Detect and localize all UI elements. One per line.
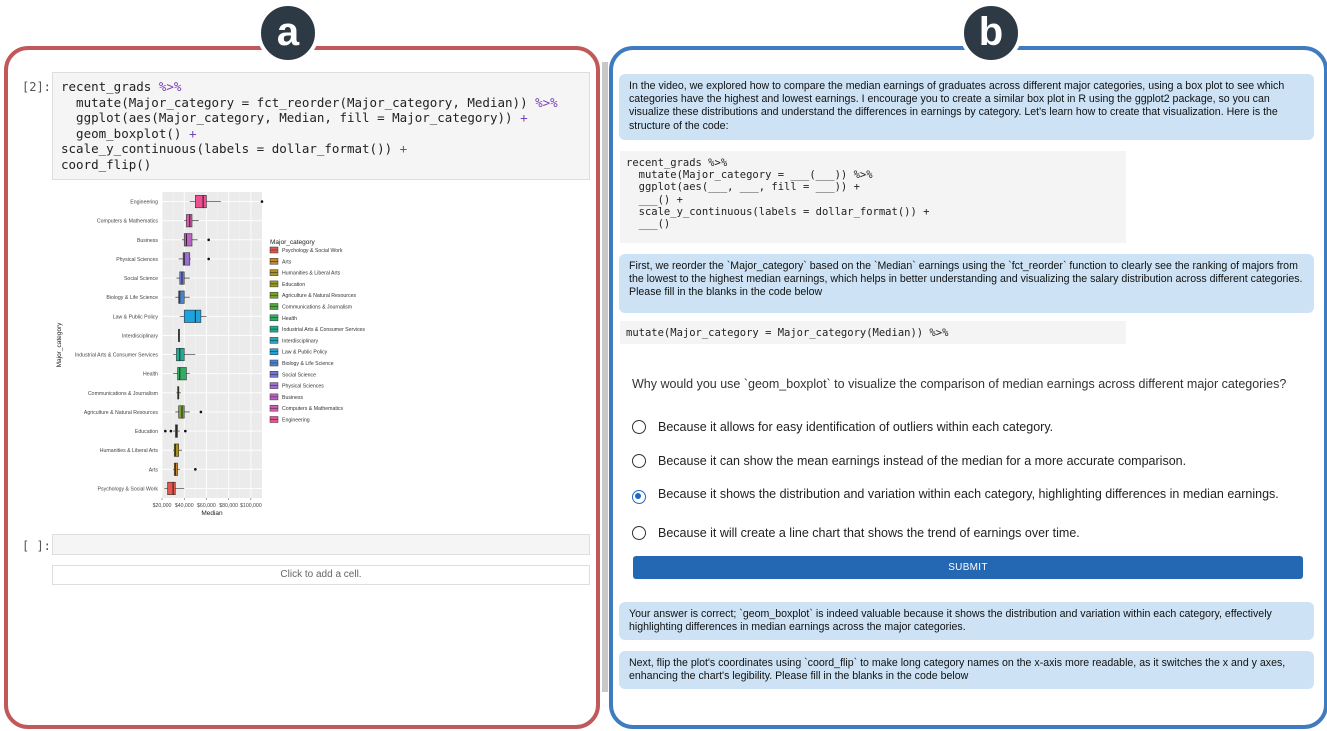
code-template: recent_grads %>% mutate(Major_category =… (620, 151, 1126, 243)
code-line: ggplot(aes(Major_category, Median, fill … (61, 110, 521, 125)
code-operator: + (399, 141, 408, 156)
legend-label: Business (282, 395, 303, 401)
radio-button-selected[interactable] (632, 490, 646, 504)
radio-button[interactable] (632, 526, 646, 540)
legend-label: Agriculture & Natural Resources (282, 293, 357, 299)
outlier-point (207, 238, 210, 242)
scrollbar[interactable] (602, 62, 608, 692)
legend-label: Law & Public Policy (282, 350, 328, 356)
box (186, 214, 193, 228)
legend-label: Interdisciplinary (282, 338, 318, 344)
category-label: Business (137, 238, 158, 244)
box (195, 195, 207, 209)
category-label: Computers & Mathematics (97, 219, 159, 225)
code-operator: %>% (535, 94, 558, 110)
y-axis-label: Major_category (56, 322, 63, 368)
category-label: Health (143, 372, 158, 378)
box (167, 481, 176, 495)
legend-label: Social Science (282, 372, 316, 378)
radio-button[interactable] (632, 454, 646, 468)
code-operator: + (188, 125, 197, 141)
x-tick-label: $80,000 (219, 503, 238, 509)
option-label: Because it can show the mean earnings in… (658, 454, 1187, 468)
option-label: Because it will create a line chart that… (658, 526, 1080, 540)
outlier-point (199, 410, 203, 414)
box (176, 348, 185, 362)
legend-label: Education (282, 282, 305, 288)
legend-title: Major_category (270, 239, 316, 246)
category-label: Social Science (124, 276, 158, 282)
step1-message: First, we reorder the `Major_category` b… (619, 254, 1314, 313)
legend-label: Arts (282, 259, 292, 265)
x-tick-label: $40,000 (175, 503, 194, 509)
category-label: Agriculture & Natural Resources (84, 410, 159, 416)
category-label: Education (135, 429, 158, 435)
legend-label: Humanities & Liberal Arts (282, 271, 341, 277)
code-line: coord_flip() (61, 156, 152, 172)
outlier-point (169, 429, 173, 433)
x-tick-label: $100,000 (240, 503, 262, 509)
intro-message: In the video, we explored how to compare… (619, 74, 1314, 140)
box (178, 405, 185, 419)
step2-message: Next, flip the plot's coordinates using … (619, 651, 1314, 689)
category-label: Physical Sciences (116, 257, 158, 263)
category-label: Psychology & Social Work (98, 486, 159, 492)
code-line: scale_y_continuous(labels = dollar_forma… (61, 141, 400, 156)
box (183, 233, 193, 247)
add-cell-button[interactable]: Click to add a cell. (52, 565, 590, 585)
category-label: Industrial Arts & Consumer Services (75, 353, 158, 359)
box (173, 462, 178, 476)
outlier-point (184, 429, 187, 433)
option-label: Because it allows for easy identificatio… (658, 420, 1054, 434)
legend-label: Psychology & Social Work (282, 248, 343, 254)
code-line: recent_grads (61, 79, 159, 94)
cell-prompt-empty: [ ]: (22, 539, 51, 553)
x-tick-label: $20,000 (153, 503, 172, 509)
x-tick-label: $60,000 (197, 503, 216, 509)
outlier-point (164, 429, 167, 433)
feedback-message: Your answer is correct; `geom_boxplot` i… (619, 602, 1314, 640)
radio-button[interactable] (632, 420, 646, 434)
category-label: Interdisciplinary (122, 333, 158, 339)
option-label: Because it shows the distribution and va… (658, 487, 1279, 501)
submit-button[interactable]: SUBMIT (633, 556, 1303, 579)
panel-b-badge: b (960, 2, 1022, 64)
outlier-point (207, 257, 210, 261)
quiz-question: Why would you use `geom_boxplot` to visu… (632, 377, 1287, 391)
code-operator: %>% (158, 79, 182, 94)
code-cell[interactable]: recent_grads %>% mutate(Major_category =… (52, 72, 590, 180)
legend-label: Physical Sciences (282, 384, 324, 390)
box (183, 309, 202, 323)
legend-label: Industrial Arts & Consumer Services (282, 327, 365, 333)
outlier-point (194, 468, 197, 471)
category-label: Communications & Journalism (88, 391, 158, 397)
legend-label: Biology & Life Science (282, 361, 334, 367)
step1-code: mutate(Major_category = Major_category(M… (620, 321, 1126, 344)
category-label: Arts (149, 467, 159, 473)
boxplot-chart: Engineering Computers & Mathematics Busine… (56, 192, 365, 517)
category-label: Engineering (130, 200, 158, 206)
legend-label: Health (282, 316, 297, 322)
legend-label: Engineering (282, 418, 310, 424)
code-text: recent_grads %>% mutate(Major_category =… (53, 73, 589, 178)
code-line: geom_boxplot() (61, 125, 189, 141)
legend-label: Communications & Journalism (282, 305, 352, 311)
legend-label: Computers & Mathematics (282, 406, 344, 412)
code-operator: + (520, 110, 528, 125)
box (177, 367, 187, 381)
x-axis-label: Median (201, 510, 223, 517)
category-label: Humanities & Liberal Arts (100, 448, 159, 454)
cell-prompt: [2]: (22, 80, 51, 94)
category-label: Biology & Life Science (106, 295, 158, 301)
panel-a-badge: a (257, 2, 319, 64)
category-label: Law & Public Policy (113, 314, 159, 320)
empty-code-cell[interactable] (52, 534, 590, 555)
code-line: mutate(Major_category = fct_reorder(Majo… (61, 94, 536, 110)
outlier-point (260, 200, 264, 203)
